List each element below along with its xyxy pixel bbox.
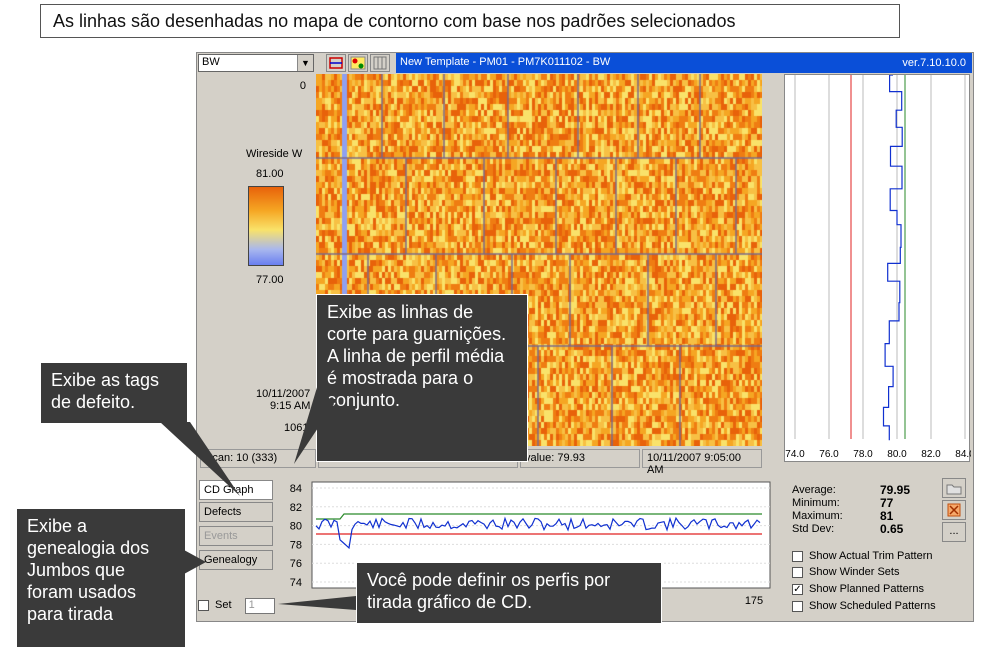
y-tick-label: 84 xyxy=(290,483,302,495)
defects-icon xyxy=(350,56,366,70)
maximum-label: Maximum: xyxy=(792,510,843,522)
std-dev-label: Std Dev: xyxy=(792,523,835,535)
set-checkbox[interactable] xyxy=(198,599,209,611)
chevron-down-icon[interactable]: ▼ xyxy=(297,55,313,71)
axis-tick-label: 78.0 xyxy=(853,449,873,460)
folder-icon xyxy=(946,484,962,495)
trim-lines-icon xyxy=(329,57,343,69)
maximum-value: 81 xyxy=(880,509,894,523)
clear-button[interactable] xyxy=(942,500,966,520)
y-tick-label: 78 xyxy=(290,539,302,551)
average-value: 79.95 xyxy=(880,483,911,497)
measurement-select[interactable]: BW ▼ xyxy=(198,54,314,72)
status-value: value: 79.93 xyxy=(520,449,640,468)
y-tick-label: 76 xyxy=(290,558,302,570)
axis-tick-label: 76.0 xyxy=(819,449,839,460)
axis-tick-label: 74.0 xyxy=(785,449,805,460)
set-label: Set xyxy=(215,599,232,611)
more-options-button[interactable]: ... xyxy=(942,522,966,542)
profiles-callout-pointer xyxy=(278,596,356,610)
md-profile-chart: 74.0 76.0 78.0 80.0 82.0 84.0 xyxy=(785,74,975,460)
top-scan-value: 0 xyxy=(299,80,306,92)
axis-tick-label: 80.0 xyxy=(887,449,907,460)
y-tick-label: 74 xyxy=(290,577,302,589)
option-scheduled-patterns[interactable]: Show Scheduled Patterns xyxy=(792,600,936,612)
tab-events[interactable]: Events xyxy=(199,526,273,546)
defects-callout: Exibe as tags de defeito. xyxy=(40,362,188,424)
option-actual-trim-checkbox[interactable] xyxy=(792,550,803,562)
option-actual-trim[interactable]: Show Actual Trim Pattern xyxy=(792,550,933,562)
set-number-stepper[interactable]: 1 xyxy=(244,598,275,614)
grid-icon xyxy=(373,56,387,70)
tab-genealogy[interactable]: Genealogy xyxy=(199,550,273,570)
option-planned-patterns-label: Show Planned Patterns xyxy=(809,583,924,595)
genealogy-callout: Exibe a genealogia dos Jumbos que foram … xyxy=(16,508,186,648)
trim-lines-toggle-button[interactable] xyxy=(326,54,346,72)
genealogy-callout-pointer xyxy=(184,550,206,574)
option-planned-patterns[interactable]: ✓ Show Planned Patterns xyxy=(792,583,924,595)
legend-max: 81.00 xyxy=(256,168,284,180)
axis-tick-label: 84.0 xyxy=(955,449,971,460)
measurement-select-value: BW xyxy=(202,56,220,68)
defects-callout-pointer xyxy=(160,422,240,496)
set-number-value: 1 xyxy=(248,599,255,611)
status-datetime: 10/11/2007 9:05:00 AM xyxy=(642,449,762,476)
stats-panel: Average: 79.95 Minimum: 77 Maximum: 81 S… xyxy=(786,476,972,618)
axis-tick-label: 82.0 xyxy=(921,449,941,460)
legend-min: 77.00 xyxy=(256,274,284,286)
option-winder-sets[interactable]: Show Winder Sets xyxy=(792,566,899,578)
tab-defects[interactable]: Defects xyxy=(199,502,273,522)
option-planned-patterns-checkbox[interactable]: ✓ xyxy=(792,583,803,595)
defects-toggle-button[interactable] xyxy=(348,54,368,72)
minimum-value: 77 xyxy=(880,496,894,510)
color-scale-legend xyxy=(248,186,284,266)
trim-callout: Exibe as linhas de corte para guarnições… xyxy=(316,294,528,462)
y-tick-label: 80 xyxy=(290,521,302,533)
close-icon xyxy=(947,503,961,517)
window-title: New Template - PM01 - PM7K011102 - BW xyxy=(400,56,611,68)
status-scan-suffix: 3) xyxy=(267,452,278,464)
profiles-callout: Você pode definir os perfis por tirada g… xyxy=(356,562,662,624)
option-winder-sets-label: Show Winder Sets xyxy=(809,566,900,578)
option-scheduled-patterns-label: Show Scheduled Patterns xyxy=(809,600,936,612)
grid-toggle-button[interactable] xyxy=(370,54,390,72)
set-control: Set 1 xyxy=(198,598,275,614)
x-tick-label: 175 xyxy=(745,595,763,607)
std-dev-value: 0.65 xyxy=(880,522,904,536)
minimum-label: Minimum: xyxy=(792,497,840,509)
open-folder-button[interactable] xyxy=(942,478,966,498)
md-profile-line xyxy=(882,74,903,441)
average-label: Average: xyxy=(792,484,836,496)
trim-callout-pointer xyxy=(294,384,334,464)
md-profile-panel: 74.0 76.0 78.0 80.0 82.0 84.0 xyxy=(784,74,975,462)
window-titlebar: New Template - PM01 - PM7K011102 - BW ve… xyxy=(396,53,972,73)
option-scheduled-patterns-checkbox[interactable] xyxy=(792,600,803,612)
option-actual-trim-label: Show Actual Trim Pattern xyxy=(809,550,933,562)
y-tick-label: 82 xyxy=(290,502,302,514)
legend-title: Wireside W xyxy=(246,148,303,160)
top-annotation: As linhas são desenhadas no mapa de cont… xyxy=(40,4,900,38)
option-winder-sets-checkbox[interactable] xyxy=(792,566,803,578)
version-label: ver.7.10.10.0 xyxy=(902,57,966,69)
